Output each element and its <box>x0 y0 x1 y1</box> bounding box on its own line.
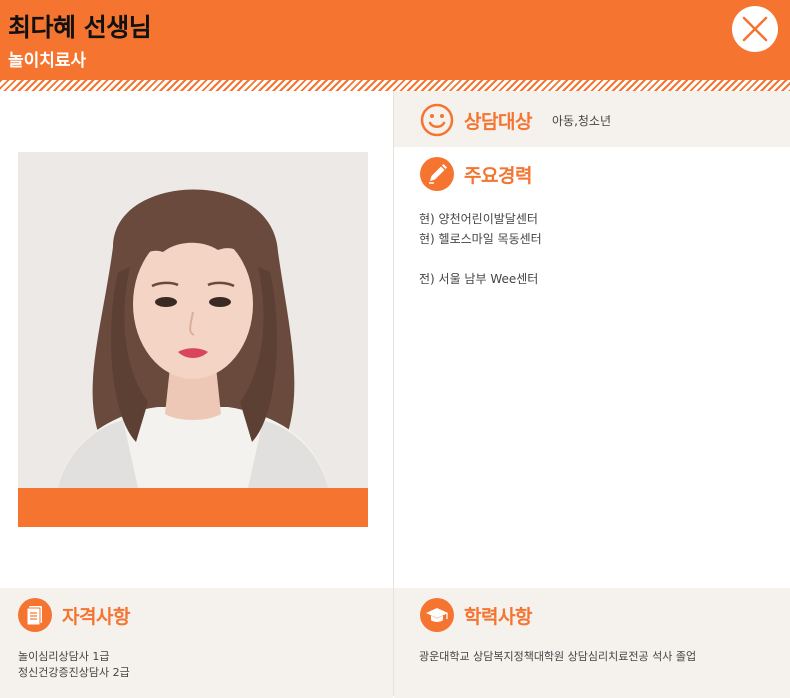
qualification-title: 자격사항 <box>62 606 130 628</box>
pencil-icon <box>420 157 454 191</box>
qualification-list: 놀이심리상담사 1급 정신건강증진상담사 2급 <box>18 649 130 681</box>
qualification-section-header: 자격사항 <box>0 588 393 644</box>
career-item: 현) 양천어린이발달센터 <box>419 212 538 226</box>
photo-panel <box>0 91 393 588</box>
target-title: 상담대상 <box>464 111 532 133</box>
career-title: 주요경력 <box>464 165 532 187</box>
header-stripe-divider <box>0 80 790 91</box>
education-section-header: 학력사항 <box>394 588 790 644</box>
education-title: 학력사항 <box>464 606 532 628</box>
portrait-photo <box>18 152 368 488</box>
qualification-item: 놀이심리상담사 1급 <box>18 650 110 663</box>
counselor-name: 최다혜 선생님 <box>8 13 152 42</box>
career-spacer <box>419 249 542 269</box>
close-icon <box>742 16 768 42</box>
target-section-header: 상담대상 아동,청소년 <box>394 91 790 147</box>
graduation-cap-icon <box>420 598 454 632</box>
career-section-header: 주요경력 <box>394 147 790 201</box>
close-button[interactable] <box>732 6 778 52</box>
career-list: 현) 양천어린이발달센터 현) 헬로스마일 목동센터 전) 서울 남부 Wee센… <box>419 209 542 289</box>
document-icon <box>18 598 52 632</box>
profile-header: 최다혜 선생님 놀이치료사 <box>0 0 790 80</box>
qualification-item: 정신건강증진상담사 2급 <box>18 666 130 679</box>
education-value: 광운대학교 상담복지정책대학원 상담심리치료전공 석사 졸업 <box>419 650 697 663</box>
career-item: 현) 헬로스마일 목동센터 <box>419 232 542 246</box>
career-item: 전) 서울 남부 Wee센터 <box>419 272 539 286</box>
smile-icon <box>420 103 454 137</box>
target-value: 아동,청소년 <box>552 114 612 128</box>
counselor-role: 놀이치료사 <box>8 51 87 71</box>
portrait-illustration <box>18 152 368 488</box>
photo-caption-bar <box>18 488 368 527</box>
